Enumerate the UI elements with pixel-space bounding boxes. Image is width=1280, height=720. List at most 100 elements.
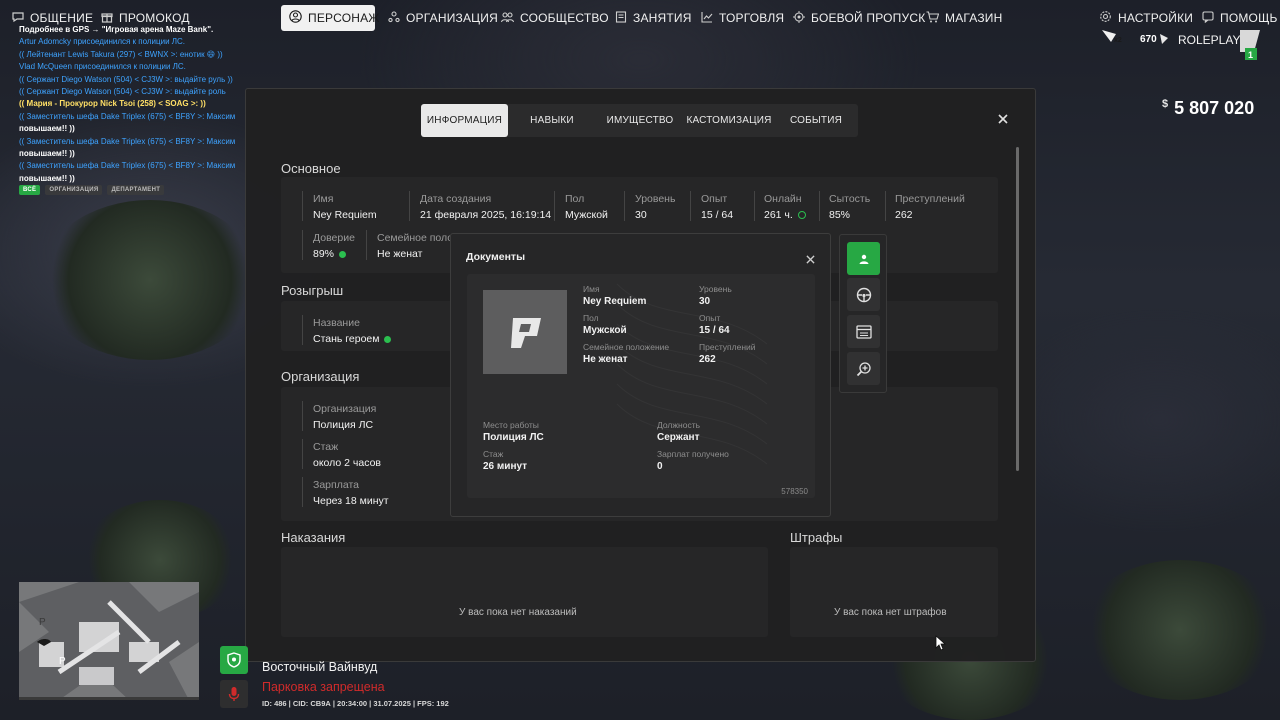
nav-label: ТОРГОВЛЯ: [719, 11, 785, 25]
mouse-cursor-icon: [935, 635, 947, 651]
punishments-card: У вас пока нет наказаний: [281, 547, 768, 637]
doc-salary: Зарплат получено 0: [657, 449, 729, 472]
battlepass-icon: [793, 10, 805, 26]
driver-license-icon: [856, 287, 871, 302]
id-card-button[interactable]: [847, 315, 880, 348]
document-card: Имя Ney Requiem Уровень 30 Пол Мужской О…: [467, 274, 815, 498]
chat-line: Vlad McQueen присоединился к полиции ЛС.: [19, 62, 186, 72]
location-badge: [220, 646, 248, 674]
chat-line: Подробнее в GPS → "Игровая арена Maze Ba…: [19, 25, 214, 34]
nav-community[interactable]: СООБЩЕСТВО: [493, 5, 617, 31]
tab-customization[interactable]: КАСТОМИЗАЦИЯ: [684, 104, 774, 137]
document-photo: [483, 290, 567, 374]
field-satiety: Сытость 85%: [829, 193, 871, 221]
chat-line: (( Заместитель шефа Dake Triplex (675) <…: [19, 161, 236, 171]
chat-tabs: ВСЁ ОРГАНИЗАЦИЯ ДЕПАРТАМЕНТ: [19, 185, 165, 195]
doc-name: Имя Ney Requiem: [583, 284, 647, 307]
nav-organization[interactable]: ОРГАНИЗАЦИЯ: [380, 5, 506, 31]
nav-character[interactable]: ПЕРСОНАЖ: [281, 5, 379, 31]
passport-button[interactable]: [847, 242, 880, 275]
nav-battlepass[interactable]: БОЕВОЙ ПРОПУСК: [785, 5, 933, 31]
shield-icon: [227, 652, 241, 668]
field-created: Дата создания 21 февраля 2025, 16:19:14: [420, 193, 552, 221]
field-online: Онлайн 261 ч.: [764, 193, 806, 221]
chat-line: (( Лейтенант Lewis Takura (297) < BWNX >…: [19, 49, 223, 59]
section-punishments-title: Наказания: [281, 530, 346, 545]
money-value: 5 807 020: [1174, 98, 1255, 118]
online-status-icon: [797, 211, 806, 220]
doc-position: Должность Сержант: [657, 420, 701, 443]
nav-shop[interactable]: МАГАЗИН: [918, 5, 1011, 31]
background-palm: [1080, 560, 1280, 700]
nav-label: ОБЩЕНИЕ: [30, 11, 94, 25]
tab-information[interactable]: ИНФОРМАЦИЯ: [421, 104, 508, 137]
section-fines-title: Штрафы: [790, 530, 843, 545]
field-family: Семейное поло Не женат: [377, 232, 454, 260]
nav-label: ЗАНЯТИЯ: [633, 11, 692, 25]
server-logo-icon: [511, 318, 541, 348]
tab-skills[interactable]: НАВЫКИ: [508, 104, 596, 137]
nav-label: ПЕРСОНАЖ: [308, 11, 380, 25]
server-number: 1: [1248, 50, 1253, 60]
doc-work: Место работы Полиция ЛС: [483, 420, 544, 443]
doc-family: Семейное положение Не женат: [583, 342, 670, 365]
nav-label: БОЕВОЙ ПРОПУСК: [811, 11, 926, 25]
nav-lessons[interactable]: ЗАНЯТИЯ: [607, 5, 700, 31]
chat-line: повышаем!! )): [19, 173, 75, 183]
field-sex: Пол Мужской: [565, 193, 608, 221]
tab-events[interactable]: СОБЫТИЯ: [774, 104, 858, 137]
chat-line: (( Мария - Прокурор Nick Tsoi (258) < SO…: [19, 99, 206, 109]
section-org-title: Организация: [281, 369, 360, 384]
panel-close-button[interactable]: [998, 111, 1008, 127]
document-number: 578350: [781, 487, 808, 496]
organization-icon: [388, 10, 400, 26]
chat-line: Artur Adomcky присоединился к полиции ЛС…: [19, 37, 186, 47]
doc-sex: Пол Мужской: [583, 313, 627, 336]
chat-line: повышаем!! )): [19, 124, 75, 134]
field-trust: Доверие 89%: [313, 232, 355, 260]
chat-tab-department[interactable]: ДЕПАРТАМЕНТ: [107, 185, 165, 195]
session-info: ID: 486 | CID: СВ9А | 20:34:00 | 31.07.2…: [262, 699, 449, 708]
no-fines-text: У вас пока нет штрафов: [834, 607, 947, 618]
tab-property[interactable]: ИМУЩЕСТВО: [596, 104, 684, 137]
nav-label: ОРГАНИЗАЦИЯ: [406, 11, 498, 25]
field-level: Уровень 30: [635, 193, 676, 221]
medical-card-button[interactable]: [847, 352, 880, 385]
background-palm: [40, 200, 260, 360]
chat-line: (( Сержант Diego Watson (504) < CJ3W >: …: [19, 74, 233, 84]
user-icon: [289, 10, 302, 26]
field-exp: Опыт 15 / 64: [701, 193, 734, 221]
voice-badge: [220, 680, 248, 708]
driver-license-button[interactable]: [847, 278, 880, 311]
field-org: Организация Полиция ЛС: [313, 403, 377, 431]
minimap[interactable]: P P: [19, 582, 199, 700]
chat-line: (( Сержант Diego Watson (504) < CJ3W >: …: [19, 87, 226, 97]
community-icon: [500, 11, 515, 26]
raffle-status-icon: [384, 335, 392, 343]
chat-line: (( Заместитель шефа Dake Triplex (675) <…: [19, 136, 236, 146]
nav-label: СООБЩЕСТВО: [520, 11, 609, 25]
field-raffle-title: Название Стань героем: [313, 317, 392, 345]
multiplier-label: x2: [1114, 37, 1122, 44]
field-name: Имя Ney Requiem: [313, 193, 377, 221]
fines-card: У вас пока нет штрафов: [790, 547, 998, 637]
field-tenure: Стаж около 2 часов: [313, 441, 382, 469]
section-basic-title: Основное: [281, 161, 341, 176]
doc-crimes: Преступлений 262: [699, 342, 756, 365]
documents-close-button[interactable]: [806, 251, 815, 267]
panel-scrollbar[interactable]: [1016, 147, 1019, 471]
nav-label: ПРОМОКОД: [119, 11, 190, 25]
microphone-icon: [228, 687, 240, 701]
documents-title: Документы: [466, 251, 526, 263]
money-balance: $5 807 020: [1162, 98, 1254, 119]
chat-tab-organization[interactable]: ОРГАНИЗАЦИЯ: [45, 185, 103, 195]
doc-exp: Опыт 15 / 64: [699, 313, 730, 336]
close-icon: [998, 114, 1008, 124]
chat-tab-all[interactable]: ВСЁ: [19, 185, 41, 195]
server-logo: x2 670 ROLEPLAY 1: [1100, 22, 1270, 72]
lessons-icon: [615, 10, 627, 26]
cart-icon: [926, 10, 940, 26]
field-salary: Зарплата Через 18 минут: [313, 479, 389, 507]
nav-trade[interactable]: ТОРГОВЛЯ: [693, 5, 792, 31]
no-punishments-text: У вас пока нет наказаний: [459, 607, 577, 618]
